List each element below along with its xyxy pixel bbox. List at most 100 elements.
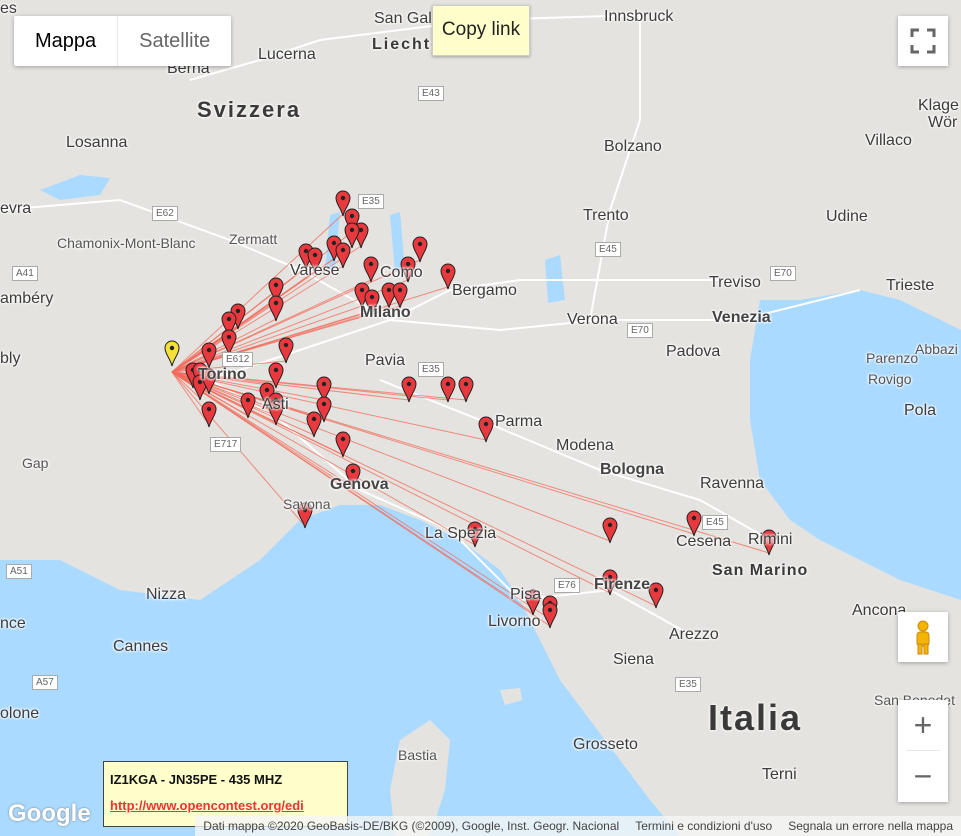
google-logo[interactable]: Google xyxy=(8,800,91,828)
contact-marker[interactable] xyxy=(363,256,379,283)
road-shield: E35 xyxy=(358,194,384,209)
zoom-in-button[interactable]: + xyxy=(898,700,948,750)
city-label: Klage xyxy=(918,97,959,114)
road-shield: E70 xyxy=(770,266,796,281)
road-shield: E45 xyxy=(595,242,621,257)
city-label: Ravenna xyxy=(700,475,765,492)
city-label: Milano xyxy=(360,304,411,321)
fullscreen-icon xyxy=(910,28,936,54)
contact-marker[interactable] xyxy=(478,416,494,443)
city-label: Padova xyxy=(666,343,721,360)
contact-marker[interactable] xyxy=(542,602,558,629)
city-label: ambéry xyxy=(0,290,54,307)
city-label: Arezzo xyxy=(669,626,719,643)
city-label: Asti xyxy=(262,396,289,413)
road-shield: E43 xyxy=(418,86,444,101)
city-label: Gap xyxy=(22,455,49,471)
city-label: Lucerna xyxy=(258,46,316,63)
contact-marker[interactable] xyxy=(648,582,664,609)
city-label: La Spezia xyxy=(425,525,497,542)
sea-adriatic xyxy=(750,290,961,600)
country-label-san-marino: San Marino xyxy=(712,562,809,579)
zoom-control: + − xyxy=(898,700,948,802)
city-label: nce xyxy=(0,615,26,632)
contact-marker[interactable] xyxy=(458,376,474,403)
city-label: Modena xyxy=(556,437,614,454)
city-label: Bolzano xyxy=(604,138,662,155)
city-label: Bologna xyxy=(600,461,664,478)
city-label: Livorno xyxy=(488,613,541,630)
map-type-option-satellite[interactable]: Satellite xyxy=(117,16,231,66)
zoom-out-button[interactable]: − xyxy=(898,751,948,801)
street-view-pegman[interactable] xyxy=(898,612,948,662)
city-label: Firenze xyxy=(594,576,651,593)
city-label: Venezia xyxy=(712,309,771,326)
city-label: Pola xyxy=(904,402,937,419)
road-shield: E70 xyxy=(627,323,653,338)
contact-marker[interactable] xyxy=(335,431,351,458)
contact-marker[interactable] xyxy=(412,236,428,263)
city-label: Abbazi xyxy=(915,341,958,357)
city-label: Villaco xyxy=(865,132,912,149)
road-shield: A51 xyxy=(6,564,32,579)
city-label: Trento xyxy=(583,207,629,224)
city-label: Varese xyxy=(290,262,340,279)
city-label: Como xyxy=(380,264,423,281)
city-label: Siena xyxy=(613,651,654,668)
station-info-link[interactable]: http://www.opencontest.org/edi xyxy=(110,798,304,813)
contact-marker[interactable] xyxy=(401,376,417,403)
road-shield: E717 xyxy=(210,437,242,452)
road-shield: A57 xyxy=(32,675,58,690)
city-label: Pisa xyxy=(510,586,542,603)
city-label: Rovigo xyxy=(868,371,912,387)
city-label: Innsbruck xyxy=(604,8,674,25)
map-canvas[interactable] xyxy=(0,0,961,836)
road-shield: E35 xyxy=(675,677,701,692)
map-data-attribution[interactable]: Dati mappa ©2020 GeoBasis-DE/BKG (©2009)… xyxy=(195,819,627,833)
city-label: Chamonix-Mont-Blanc xyxy=(57,235,196,251)
country-label-italia: Italia xyxy=(708,697,803,738)
city-label: Treviso xyxy=(709,274,761,291)
city-label: Trieste xyxy=(886,277,935,294)
contact-line xyxy=(171,265,344,373)
station-info-title: IZ1KGA - JN35PE - 435 MHZ xyxy=(110,772,283,787)
city-label: Losanna xyxy=(66,134,128,151)
city-label: Cannes xyxy=(113,638,169,655)
road-shield: E45 xyxy=(702,515,728,530)
city-label: Savona xyxy=(283,496,331,512)
road-shield: E62 xyxy=(152,206,178,221)
city-label: San Gal xyxy=(374,10,432,27)
origin-station-marker[interactable] xyxy=(164,340,180,367)
lake-geneva xyxy=(40,175,110,200)
road-shield: E76 xyxy=(554,578,580,593)
city-label: Pavia xyxy=(365,352,406,369)
city-label: Grosseto xyxy=(573,736,638,753)
city-label: Genova xyxy=(330,476,389,493)
city-label: Verona xyxy=(567,311,618,328)
map-type-option-map[interactable]: Mappa xyxy=(14,16,117,66)
city-label: Nizza xyxy=(146,586,187,603)
city-label: Udine xyxy=(826,208,868,225)
city-label: Terni xyxy=(762,766,797,783)
city-label: Bastia xyxy=(398,747,437,763)
terms-link[interactable]: Termini e condizioni d'uso xyxy=(627,819,780,833)
contact-marker[interactable] xyxy=(268,295,284,322)
city-label: Parenzo xyxy=(866,350,919,366)
map-type-control: Mappa Satellite xyxy=(14,16,232,66)
road-shield: A41 xyxy=(12,266,38,281)
report-error-link[interactable]: Segnala un errore nella mappa xyxy=(780,819,961,833)
city-label: Bergamo xyxy=(452,282,517,299)
city-label: Wör xyxy=(928,114,958,131)
contact-marker[interactable] xyxy=(201,401,217,428)
city-label: olone xyxy=(0,705,40,722)
city-label: Rimini xyxy=(748,531,793,548)
road-shield: E612 xyxy=(222,352,254,367)
fullscreen-button[interactable] xyxy=(898,16,948,66)
contact-marker[interactable] xyxy=(240,392,256,419)
contact-marker[interactable] xyxy=(278,337,294,364)
copy-link-button[interactable]: Copy link xyxy=(432,5,530,56)
road-shield: E35 xyxy=(418,362,444,377)
city-label: Cesena xyxy=(676,533,732,550)
city-label: Torino xyxy=(198,366,247,383)
pegman-icon xyxy=(916,620,930,655)
